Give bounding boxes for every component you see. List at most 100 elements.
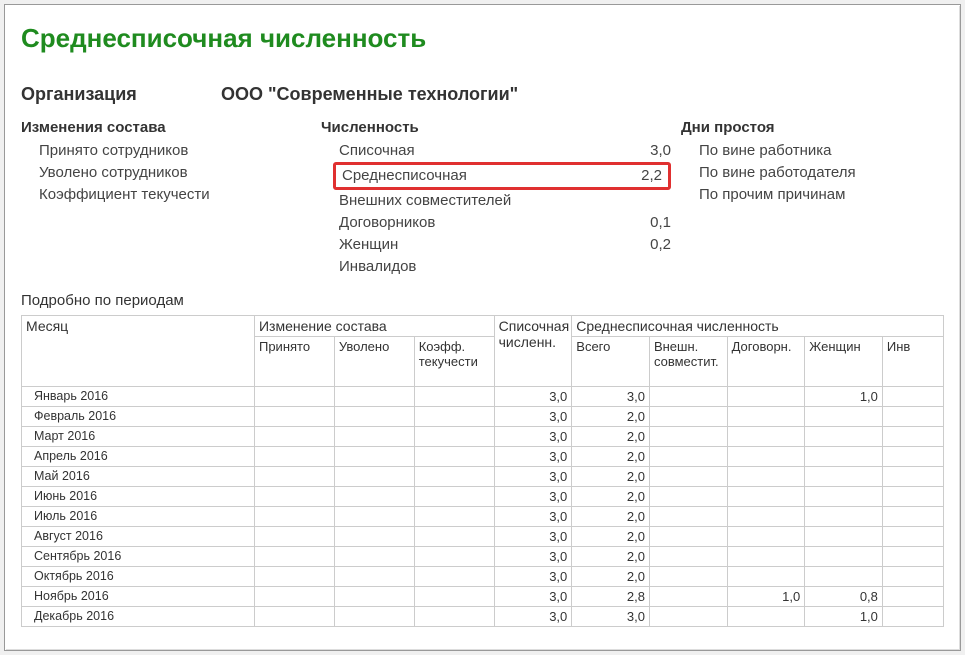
table-cell bbox=[414, 487, 494, 507]
table-cell: 2,0 bbox=[572, 507, 650, 527]
table-cell: 2,0 bbox=[572, 527, 650, 547]
th-avg: Среднесписочная численность bbox=[572, 316, 944, 337]
table-cell: 3,0 bbox=[494, 487, 572, 507]
th-ext: Внешн. совместит. bbox=[649, 337, 727, 387]
summary-col-changes: Изменения состава Принято сотрудниковУво… bbox=[21, 119, 321, 278]
idle-row: По прочим причинам bbox=[681, 184, 934, 206]
summary-title-changes: Изменения состава bbox=[21, 119, 311, 136]
table-cell bbox=[727, 467, 805, 487]
organization-value: ООО "Современные технологии" bbox=[221, 84, 518, 105]
table-cell: 1,0 bbox=[805, 607, 883, 627]
table-cell: 2,0 bbox=[572, 467, 650, 487]
table-cell bbox=[649, 527, 727, 547]
table-row: Март 20163,02,0 bbox=[22, 427, 944, 447]
table-cell bbox=[727, 447, 805, 467]
table-cell bbox=[882, 407, 943, 427]
headcount-value: 0,1 bbox=[631, 212, 671, 234]
table-cell bbox=[805, 407, 883, 427]
table-cell bbox=[727, 507, 805, 527]
headcount-value: 2,2 bbox=[628, 165, 668, 187]
table-cell bbox=[254, 507, 334, 527]
table-cell: 3,0 bbox=[494, 467, 572, 487]
th-change: Изменение состава bbox=[254, 316, 494, 337]
table-cell bbox=[414, 507, 494, 527]
table-row: Ноябрь 20163,02,81,00,8 bbox=[22, 587, 944, 607]
headcount-label: Списочная bbox=[339, 140, 631, 162]
summary-title-headcount: Численность bbox=[321, 119, 671, 136]
table-cell bbox=[414, 407, 494, 427]
table-cell: Январь 2016 bbox=[22, 387, 255, 407]
table-cell bbox=[649, 567, 727, 587]
table-cell bbox=[649, 607, 727, 627]
table-cell bbox=[882, 567, 943, 587]
summary-title-idle: Дни простоя bbox=[681, 119, 934, 136]
changes-label: Принято сотрудников bbox=[39, 140, 271, 162]
idle-value bbox=[894, 162, 934, 184]
table-cell: 3,0 bbox=[494, 447, 572, 467]
table-cell: Август 2016 bbox=[22, 527, 255, 547]
table-cell bbox=[882, 587, 943, 607]
summary-block: Изменения состава Принято сотрудниковУво… bbox=[21, 119, 944, 278]
table-cell bbox=[882, 427, 943, 447]
table-cell bbox=[254, 467, 334, 487]
changes-value bbox=[271, 184, 311, 206]
table-cell: Март 2016 bbox=[22, 427, 255, 447]
headcount-label: Среднесписочная bbox=[342, 165, 628, 187]
table-cell bbox=[727, 607, 805, 627]
table-cell bbox=[805, 487, 883, 507]
headcount-value bbox=[631, 190, 671, 212]
table-cell bbox=[414, 567, 494, 587]
headcount-label: Внешних совместителей bbox=[339, 190, 631, 212]
table-cell bbox=[254, 547, 334, 567]
headcount-row: Договорников0,1 bbox=[321, 212, 671, 234]
table-cell bbox=[882, 487, 943, 507]
table-cell: 2,0 bbox=[572, 407, 650, 427]
idle-row: По вине работодателя bbox=[681, 162, 934, 184]
table-cell bbox=[334, 607, 414, 627]
table-cell: 1,0 bbox=[805, 387, 883, 407]
idle-row: По вине работника bbox=[681, 140, 934, 162]
table-cell bbox=[649, 467, 727, 487]
table-cell bbox=[649, 387, 727, 407]
table-cell bbox=[414, 387, 494, 407]
summary-col-idle: Дни простоя По вине работникаПо вине раб… bbox=[681, 119, 944, 278]
idle-label: По вине работодателя bbox=[699, 162, 894, 184]
table-cell: 3,0 bbox=[494, 427, 572, 447]
headcount-value bbox=[631, 256, 671, 278]
table-cell: Сентябрь 2016 bbox=[22, 547, 255, 567]
table-row: Декабрь 20163,03,01,0 bbox=[22, 607, 944, 627]
headcount-row: Среднесписочная2,2 bbox=[333, 162, 671, 190]
table-cell: 3,0 bbox=[494, 547, 572, 567]
th-coef: Коэфф. текучести bbox=[414, 337, 494, 387]
table-cell: 3,0 bbox=[494, 567, 572, 587]
table-row: Январь 20163,03,01,0 bbox=[22, 387, 944, 407]
table-cell: 3,0 bbox=[572, 607, 650, 627]
table-cell: 2,0 bbox=[572, 487, 650, 507]
table-cell bbox=[254, 447, 334, 467]
table-cell bbox=[805, 547, 883, 567]
table-cell: 3,0 bbox=[494, 587, 572, 607]
table-cell: 3,0 bbox=[494, 607, 572, 627]
table-cell bbox=[805, 467, 883, 487]
table-cell: 2,8 bbox=[572, 587, 650, 607]
changes-value bbox=[271, 162, 311, 184]
table-cell: Октябрь 2016 bbox=[22, 567, 255, 587]
changes-value bbox=[271, 140, 311, 162]
table-cell bbox=[334, 587, 414, 607]
table-cell bbox=[414, 547, 494, 567]
table-cell bbox=[334, 467, 414, 487]
table-cell bbox=[649, 427, 727, 447]
table-row: Август 20163,02,0 bbox=[22, 527, 944, 547]
detail-table: Месяц Изменение состава Списочная числен… bbox=[21, 315, 944, 627]
th-total: Всего bbox=[572, 337, 650, 387]
table-cell bbox=[882, 547, 943, 567]
table-cell bbox=[649, 447, 727, 467]
table-cell bbox=[254, 427, 334, 447]
table-cell bbox=[414, 607, 494, 627]
table-row: Февраль 20163,02,0 bbox=[22, 407, 944, 427]
table-cell bbox=[882, 387, 943, 407]
table-cell bbox=[805, 427, 883, 447]
page-title: Среднесписочная численность bbox=[21, 23, 944, 54]
table-row: Июль 20163,02,0 bbox=[22, 507, 944, 527]
table-cell: Май 2016 bbox=[22, 467, 255, 487]
